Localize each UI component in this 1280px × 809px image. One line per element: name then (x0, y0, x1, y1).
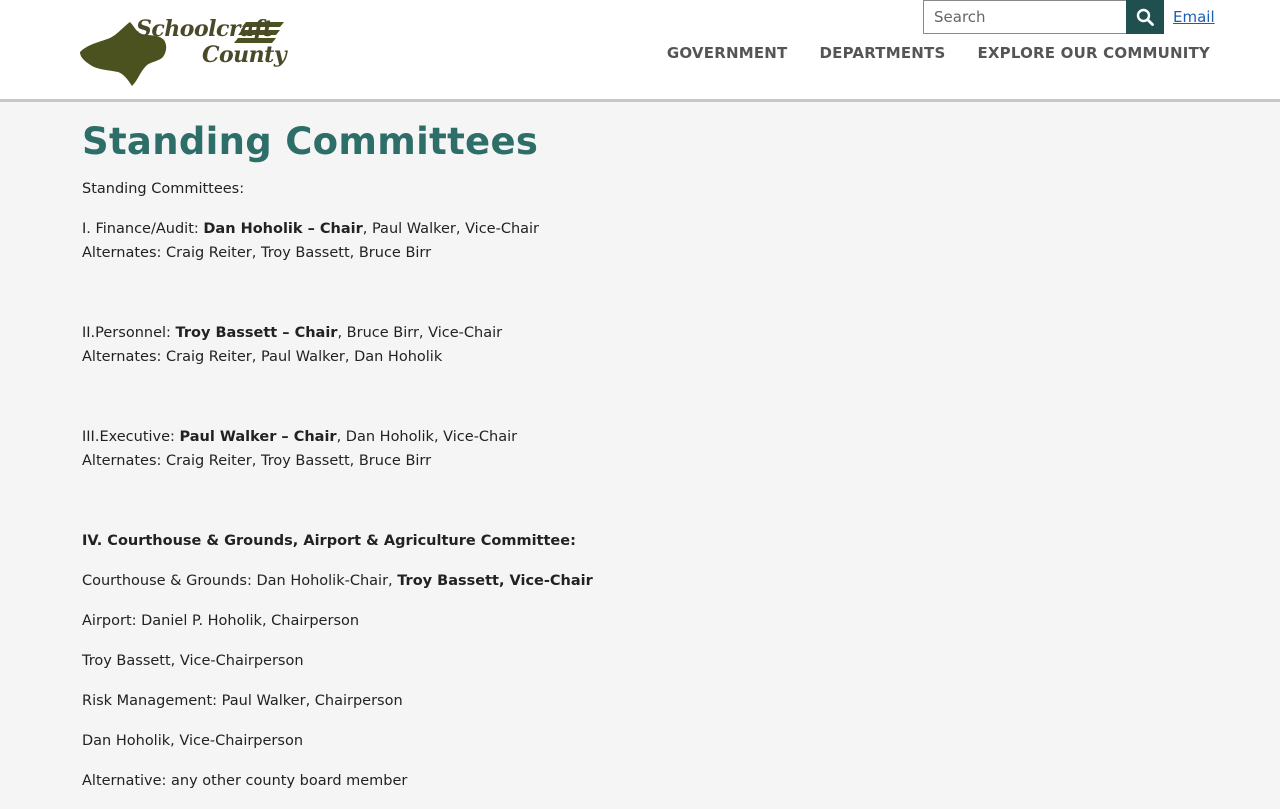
committee-name: III.Executive: (82, 429, 180, 445)
airport-vice-chair-line: Troy Bassett, Vice-Chairperson (82, 653, 304, 669)
committee-members: II.Personnel: Troy Bassett – Chair, Bruc… (82, 321, 1202, 345)
search-form (923, 0, 1164, 34)
committee-chair: Paul Walker – Chair (179, 429, 337, 445)
committee-list: Standing Committees: I. Finance/Audit: D… (82, 177, 1202, 793)
nav-departments[interactable]: DEPARTMENTS (819, 44, 945, 62)
committee-vice-chair: , Bruce Birr, Vice-Chair (337, 325, 503, 341)
site-header: Schoolcraft County Email GOVERNMENT DEPA… (0, 0, 1280, 102)
committee-alternates: Alternates: Craig Reiter, Paul Walker, D… (82, 349, 443, 365)
nav-explore-our-community[interactable]: EXPLORE OUR COMMUNITY (977, 44, 1210, 62)
committee-members: I. Finance/Audit: Dan Hoholik – Chair, P… (82, 217, 1202, 241)
risk-management-chair-line: Risk Management: Paul Walker, Chairperso… (82, 693, 403, 709)
courthouse-vice-chair: Troy Bassett, Vice-Chair (397, 573, 593, 589)
committee-vice-chair: , Paul Walker, Vice-Chair (362, 221, 540, 237)
intro-text: Standing Committees: (82, 181, 245, 197)
courthouse-line: Courthouse & Grounds: Dan Hoholik-Chair,… (82, 569, 1202, 593)
airport-chair-line: Airport: Daniel P. Hoholik, Chairperson (82, 613, 360, 629)
committee-members: III.Executive: Paul Walker – Chair, Dan … (82, 425, 1202, 449)
email-link[interactable]: Email (1173, 8, 1215, 26)
committee-alternates: Alternates: Craig Reiter, Troy Bassett, … (82, 453, 432, 469)
alternative-line: Alternative: any other county board memb… (82, 773, 408, 789)
nav-government[interactable]: GOVERNMENT (667, 44, 788, 62)
committee4-heading-text: IV. Courthouse & Grounds, Airport & Agri… (82, 533, 576, 549)
committee-name: II.Personnel: (82, 325, 176, 341)
courthouse-chair: Courthouse & Grounds: Dan Hoholik-Chair, (82, 573, 398, 589)
committee4-heading: IV. Courthouse & Grounds, Airport & Agri… (82, 529, 1202, 553)
committee-personnel: II.Personnel: Troy Bassett – Chair, Bruc… (82, 321, 1202, 369)
committee-chair: Troy Bassett – Chair (175, 325, 338, 341)
main-content: Standing Committees Standing Committees:… (82, 120, 1202, 809)
committee-chair: Dan Hoholik – Chair (203, 221, 363, 237)
committee-executive: III.Executive: Paul Walker – Chair, Dan … (82, 425, 1202, 473)
search-icon (1136, 8, 1154, 26)
committee-name: I. Finance/Audit: (82, 221, 204, 237)
brand-line1: Schoolcraft (136, 16, 273, 42)
search-input[interactable] (923, 0, 1126, 34)
committee-finance: I. Finance/Audit: Dan Hoholik – Chair, P… (82, 217, 1202, 265)
main-nav: GOVERNMENT DEPARTMENTS EXPLORE OUR COMMU… (667, 44, 1210, 62)
risk-management-vice-chair-line: Dan Hoholik, Vice-Chairperson (82, 733, 304, 749)
search-button[interactable] (1126, 0, 1164, 34)
site-logo[interactable]: Schoolcraft County (78, 14, 288, 90)
committee-vice-chair: , Dan Hoholik, Vice-Chair (336, 429, 518, 445)
brand-line2: County (202, 42, 287, 68)
committee-alternates: Alternates: Craig Reiter, Troy Bassett, … (82, 245, 432, 261)
page-title: Standing Committees (82, 120, 539, 163)
